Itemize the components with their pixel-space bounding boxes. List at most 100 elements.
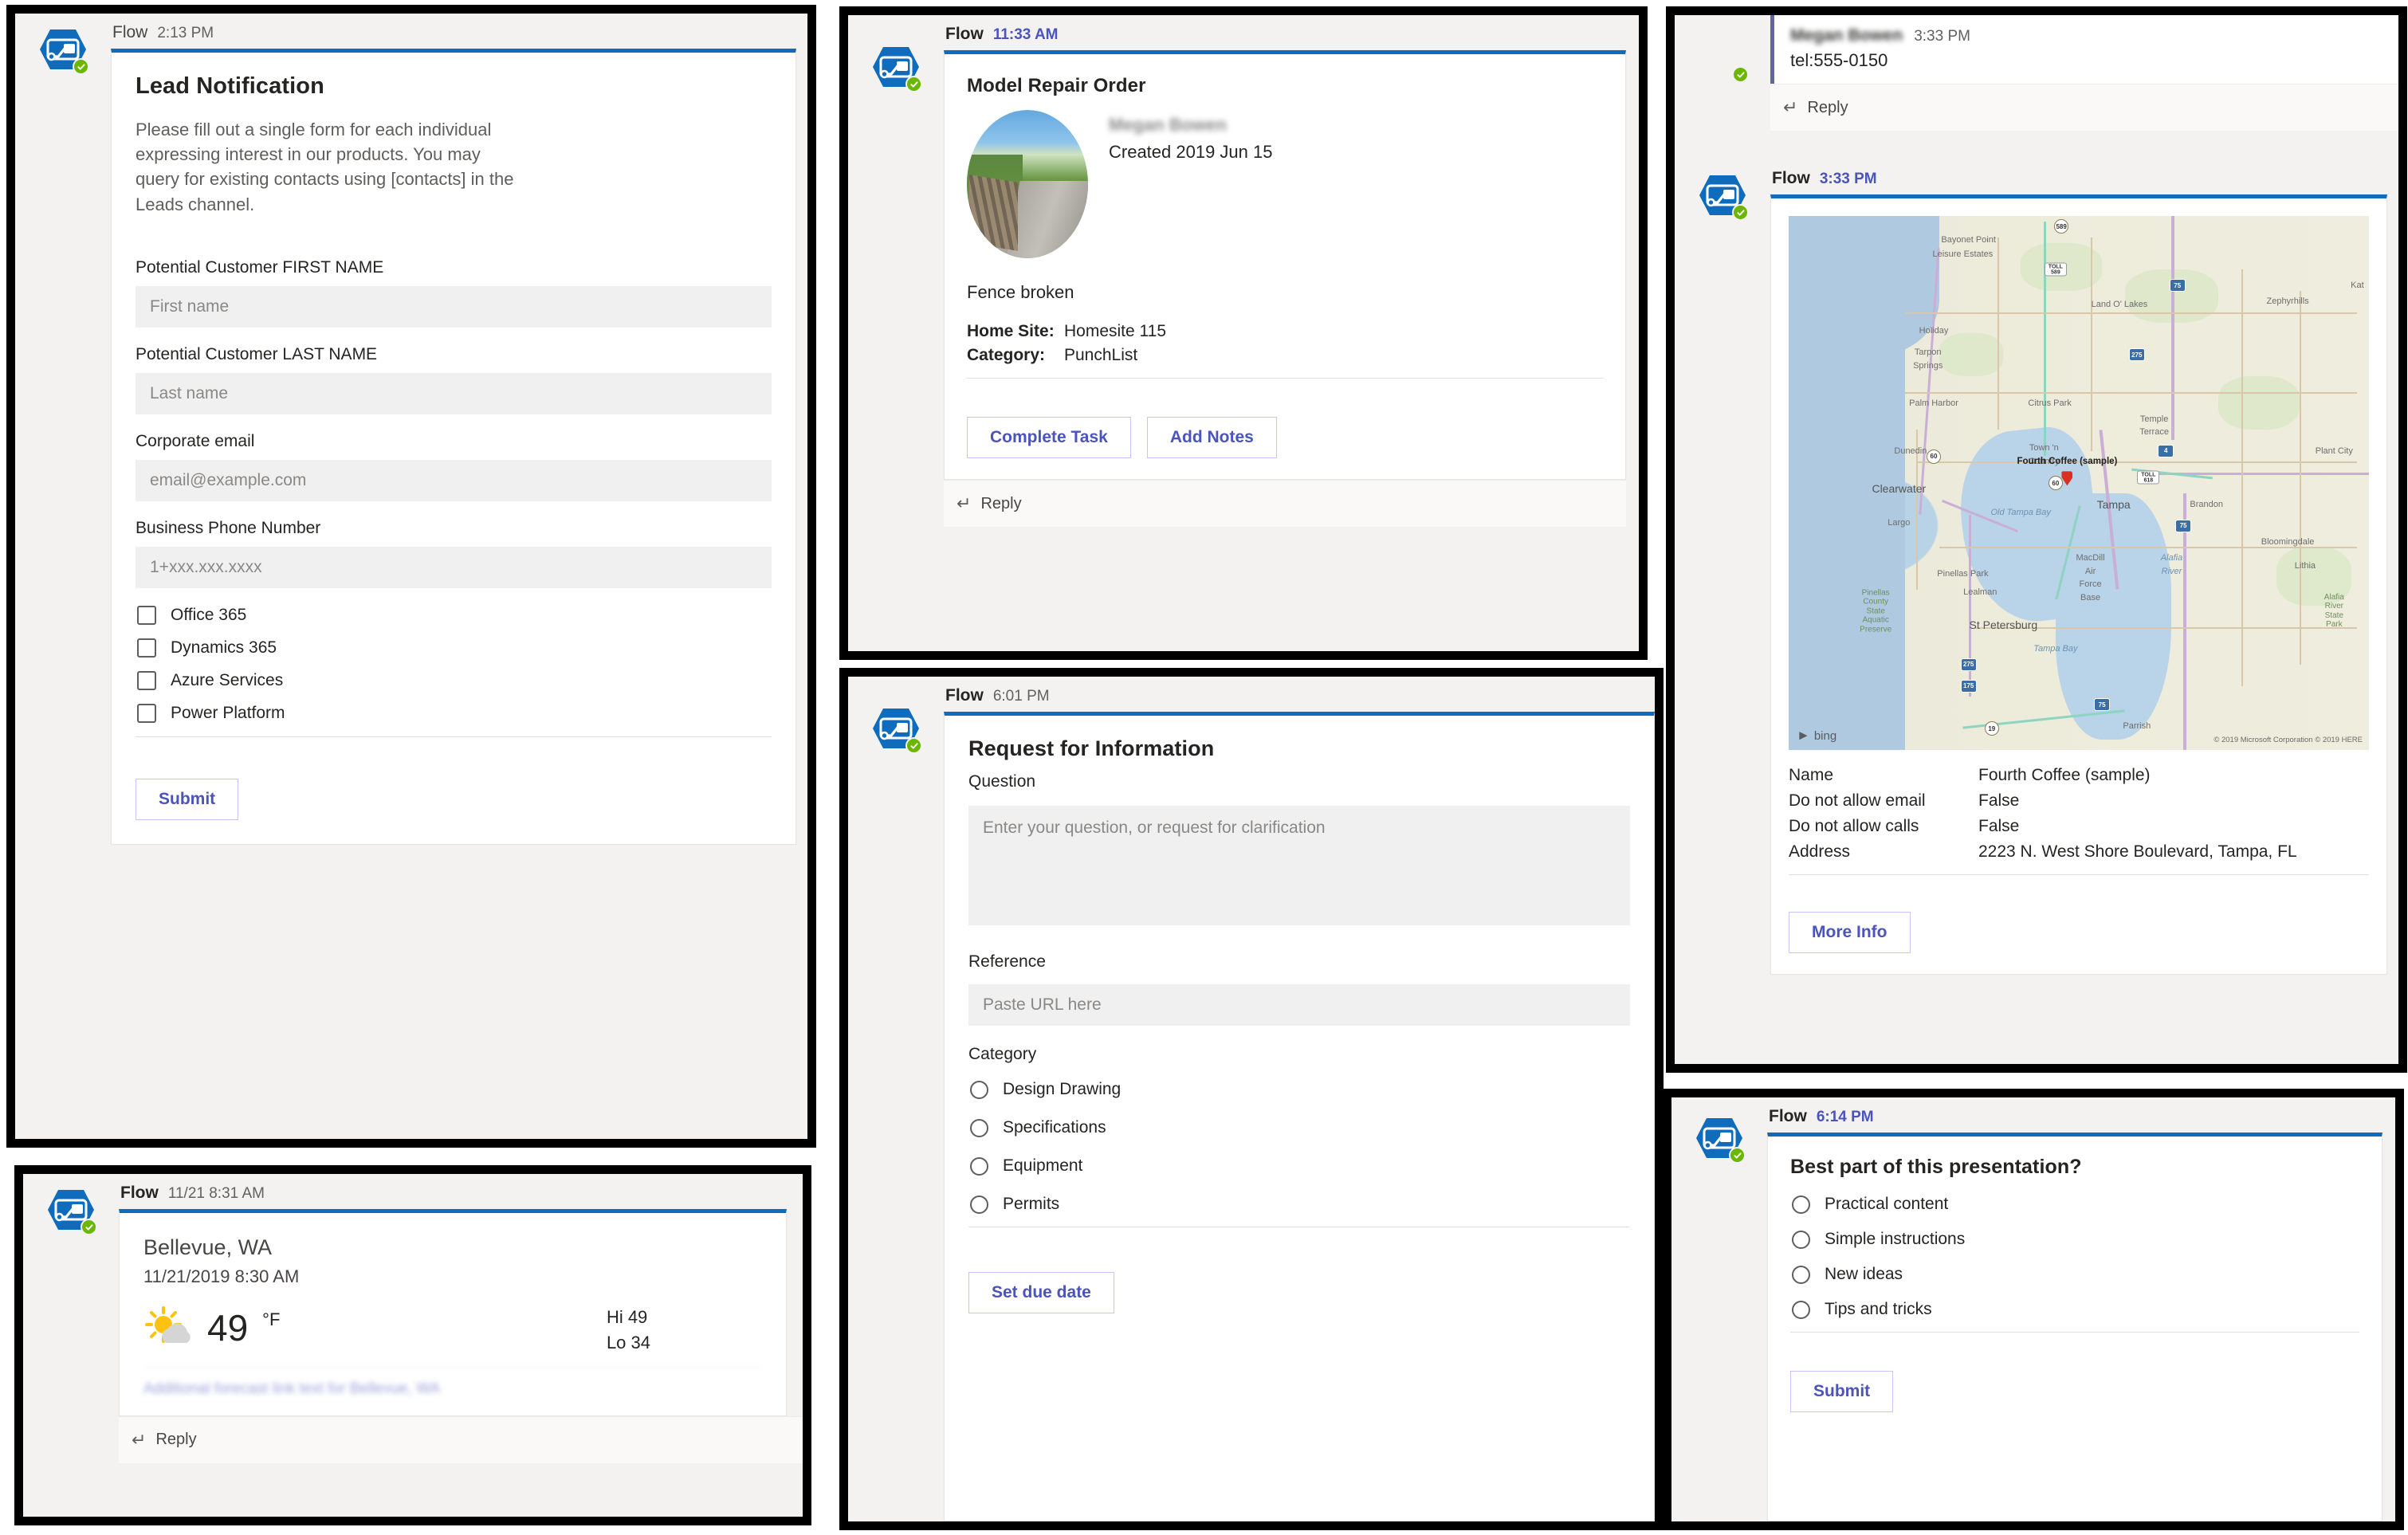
presence-available-icon [1732, 204, 1749, 221]
submit-button[interactable]: Submit [1790, 1371, 1894, 1412]
message-header: Flow 2:13 PM [111, 14, 796, 49]
map-place-label: Kat [2351, 281, 2364, 291]
checkbox-office365[interactable]: Office 365 [137, 605, 772, 625]
radio-equipment[interactable]: Equipment [970, 1156, 1630, 1176]
checkbox-icon[interactable] [137, 703, 156, 723]
reference-label: Reference [968, 952, 1046, 971]
map-place-label: Land O' Lakes [2091, 299, 2148, 309]
reply-bar[interactable]: ↵ Reply [119, 1415, 803, 1463]
message-timestamp: 6:01 PM [992, 688, 1050, 705]
radio-icon[interactable] [970, 1156, 988, 1176]
reply-bar[interactable]: ↵ Reply [944, 480, 1626, 527]
reply-label: Reply [1807, 98, 1848, 116]
presence-available-icon [73, 58, 89, 75]
add-notes-button[interactable]: Add Notes [1146, 417, 1277, 458]
weather-high: Hi 49 [606, 1307, 648, 1327]
info-value: False [1978, 817, 2020, 835]
phone-input[interactable]: 1+xxx.xxx.xxxx [136, 546, 772, 588]
map-place-label: St Petersburg [1969, 618, 2038, 631]
map-place-label: Lealman [1963, 587, 1998, 598]
last-name-input[interactable]: Last name [136, 372, 772, 414]
map-park-label: Pinellas County State Aquatic Preserve [1860, 588, 1892, 634]
adaptive-card-lead-notification: Lead Notification Please fill out a sing… [111, 49, 796, 845]
reply-bar[interactable]: ↵ Reply [1770, 84, 2398, 131]
card-description: Please fill out a single form for each i… [136, 120, 514, 214]
contact-tel-link[interactable]: tel:555-0150 [1790, 50, 2384, 71]
radio-specifications[interactable]: Specifications [970, 1118, 1630, 1137]
toll-shield-618: TOLL 618 [2137, 470, 2160, 485]
checkbox-power-platform[interactable]: Power Platform [137, 703, 772, 723]
map-place-label: Base [2080, 593, 2101, 603]
checkbox-label: Office 365 [171, 605, 247, 624]
toll-shield: TOLL 589 [2044, 262, 2067, 277]
info-key: Do not allow calls [1789, 817, 1919, 835]
panel-request-for-information: Flow 6:01 PM Request for Information Que… [839, 668, 1664, 1530]
radio-permits[interactable]: Permits [970, 1195, 1630, 1214]
map-place-label: Temple [2139, 414, 2169, 424]
interstate-shield-75: 75 [2169, 279, 2186, 292]
radio-design-drawing[interactable]: Design Drawing [970, 1080, 1630, 1099]
email-input[interactable]: email@example.com [136, 459, 772, 501]
checkbox-azure-services[interactable]: Azure Services [137, 670, 772, 690]
map-place-label: Holiday [1919, 326, 1949, 336]
interstate-shield-375: 175 [1960, 679, 1977, 693]
info-value: Fourth Coffee (sample) [1978, 766, 2151, 784]
info-key: Do not allow email [1789, 791, 1926, 810]
radio-icon[interactable] [970, 1080, 988, 1099]
presence-available-icon [905, 737, 922, 754]
radio-label: Simple instructions [1825, 1230, 1966, 1248]
radio-label: Specifications [1003, 1118, 1106, 1137]
submit-button[interactable]: Submit [136, 778, 239, 820]
reference-input[interactable]: Paste URL here [968, 984, 1630, 1026]
map-place-label: Parrish [2123, 720, 2151, 731]
map-place-label: Bloomingdale [2261, 536, 2315, 547]
field-label: Corporate email [136, 431, 255, 450]
message-timestamp: 3:33 PM [1914, 28, 1970, 45]
message-header: Flow 11/21 8:31 AM [119, 1174, 803, 1209]
question-textarea[interactable]: Enter your question, or request for clar… [968, 806, 1630, 925]
checkbox-label: Power Platform [171, 703, 285, 722]
first-name-input[interactable]: First name [136, 285, 772, 328]
divider [1790, 1332, 2359, 1333]
interstate-shield-75b: 75 [2175, 519, 2192, 532]
radio-icon[interactable] [1792, 1230, 1810, 1249]
person-name-blurred: Megan Bowen [1790, 26, 1903, 45]
set-due-date-button[interactable]: Set due date [968, 1272, 1114, 1313]
reply-arrow-icon: ↵ [957, 493, 972, 513]
panel-lead-notification: Flow 2:13 PM Lead Notification Please fi… [6, 5, 816, 1148]
form-field-email: Corporate email email@example.com [136, 432, 772, 501]
map-place-label: Plant City [2315, 446, 2353, 456]
bing-map-image[interactable]: Bayonet Point Leisure Estates Land O' La… [1789, 216, 2369, 750]
more-info-button[interactable]: More Info [1789, 912, 1911, 953]
complete-task-button[interactable]: Complete Task [967, 417, 1131, 458]
panel-contact-map: Megan Bowen 3:33 PM tel:555-0150 ↵ Reply [1666, 6, 2407, 1073]
radio-icon[interactable] [1792, 1265, 1810, 1284]
message-header: Flow 3:33 PM [1770, 159, 2387, 194]
weather-footer-link[interactable]: Additional forecast link text for Bellev… [143, 1366, 762, 1398]
reply-label: Reply [155, 1431, 197, 1449]
radio-tips-and-tricks[interactable]: Tips and tricks [1792, 1300, 2359, 1319]
radio-practical-content[interactable]: Practical content [1792, 1195, 2359, 1214]
map-location-pin-icon [2061, 471, 2072, 485]
field-label: Potential Customer FIRST NAME [136, 257, 384, 277]
radio-icon[interactable] [1792, 1195, 1810, 1214]
map-place-label: Town 'n [2029, 443, 2059, 453]
radio-new-ideas[interactable]: New ideas [1792, 1265, 2359, 1284]
interstate-shield-75c: 75 [2094, 698, 2111, 712]
checkbox-dynamics365[interactable]: Dynamics 365 [137, 638, 772, 658]
contact-info-table: Name Fourth Coffee (sample) Do not allow… [1789, 766, 2369, 862]
repair-description: Fence broken [967, 282, 1074, 302]
detail-row-category: Category: PunchList [967, 346, 1603, 365]
checkbox-icon[interactable] [137, 670, 156, 690]
map-water-label: Tampa Bay [2033, 643, 2078, 654]
radio-icon[interactable] [1792, 1300, 1810, 1319]
adaptive-card-poll: Best part of this presentation? Practica… [1767, 1133, 2382, 1521]
map-place-label: Lithia [2294, 560, 2316, 571]
map-place-label: Leisure Estates [1932, 249, 1994, 260]
checkbox-icon[interactable] [137, 638, 156, 658]
radio-icon[interactable] [970, 1195, 988, 1214]
checkbox-icon[interactable] [137, 605, 156, 625]
bing-label: bing [1813, 728, 1837, 743]
radio-simple-instructions[interactable]: Simple instructions [1792, 1230, 2359, 1249]
radio-icon[interactable] [970, 1118, 988, 1137]
